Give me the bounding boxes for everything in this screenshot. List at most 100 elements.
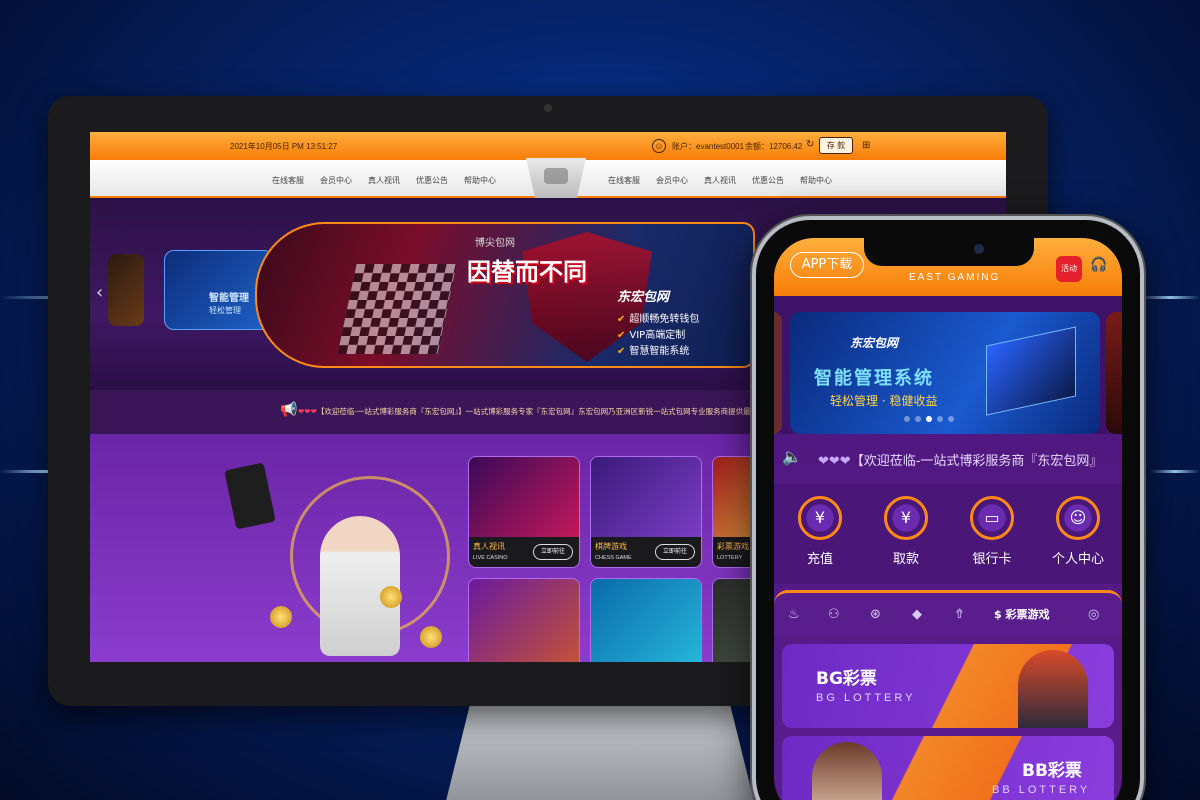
nav-item-help[interactable]: 帮助中心: [464, 175, 496, 186]
deposit-icon: ¥: [798, 496, 842, 540]
nav-item-member-right[interactable]: 会员中心: [656, 175, 688, 186]
ticker-message: 【欢迎莅临-一站式博彩服务商『东宏包网』】一站式博彩服务专家『东宏包网』东宏包网…: [316, 407, 789, 416]
hero-illustration: [224, 456, 470, 662]
megaphone-icon: 📢: [280, 402, 298, 418]
game-title: 真人视讯: [473, 542, 505, 551]
chip-icon[interactable]: ⊛: [870, 607, 881, 622]
rocket-icon[interactable]: ⇮: [954, 607, 965, 622]
refresh-icon[interactable]: ↻: [806, 139, 814, 150]
app-download-button[interactable]: APP下载: [790, 252, 864, 278]
tab-lottery-label: 彩票游戏: [1005, 608, 1050, 621]
background-light-streak: [1140, 296, 1200, 299]
phone-logo: EAST GAMING: [909, 272, 1001, 283]
game-card-chess[interactable]: 棋牌游戏 CHESS GAME 立即前往: [590, 456, 702, 568]
nav-item-promo-right[interactable]: 优惠公告: [752, 175, 784, 186]
go-now-button[interactable]: 立即前往: [655, 544, 695, 560]
phone-ticker: 🔈 ❤❤❤【欢迎莅临-一站式博彩服务商『东宏包网』: [774, 438, 1122, 478]
people-icon[interactable]: ⚇: [828, 607, 840, 622]
diamond-icon[interactable]: ◆: [912, 607, 922, 622]
game-label-bar: 真人视讯 LIVE CASINO 立即前往: [469, 537, 579, 567]
game-title: 彩票游戏: [717, 542, 749, 551]
carousel-dot[interactable]: [915, 416, 921, 422]
quick-action-deposit[interactable]: ¥ 充值: [780, 496, 860, 567]
carousel-dot[interactable]: [904, 416, 910, 422]
mobile-phone: APP下载 EAST GAMING 活动 🎧 东宏包网 智能管理系统 轻松管理 …: [752, 216, 1144, 800]
fire-icon[interactable]: ♨: [788, 607, 800, 622]
banner-feature: 智慧智能系统: [617, 342, 689, 357]
hearts-icon: ❤❤❤: [298, 407, 317, 416]
carousel-dots: [904, 416, 954, 422]
quick-action-profile[interactable]: ☺ 个人中心: [1038, 496, 1118, 567]
user-icon[interactable]: ☺: [652, 139, 666, 153]
game-subtitle: LOTTERY: [717, 555, 743, 561]
game-subtitle: LIVE CASINO: [473, 555, 508, 561]
phone-screen: APP下载 EAST GAMING 活动 🎧 东宏包网 智能管理系统 轻松管理 …: [774, 238, 1122, 800]
nav-item-promo[interactable]: 优惠公告: [416, 175, 448, 186]
game-card-fishing[interactable]: [590, 578, 702, 662]
carousel-dot[interactable]: [937, 416, 943, 422]
promo-button[interactable]: 活动: [1056, 256, 1082, 282]
lottery-card-bb[interactable]: BB彩票 BB LOTTERY: [782, 736, 1114, 800]
phone-banner-brand: 东宏包网: [850, 336, 899, 350]
lottery-name: BB彩票: [1022, 761, 1082, 781]
chevron-left-icon[interactable]: ‹: [96, 282, 103, 303]
lottery-sub: BG LOTTERY: [816, 692, 916, 704]
main-nav: 在线客服 会员中心 真人视讯 优惠公告 帮助中心 在线客服 会员中心 真人视讯 …: [90, 158, 1006, 198]
nav-item-live-right[interactable]: 真人视讯: [704, 175, 736, 186]
go-now-button[interactable]: 立即前往: [533, 544, 573, 560]
banner-brand-logo: 东宏包网: [617, 290, 670, 305]
lottery-sub: BB LOTTERY: [992, 784, 1091, 796]
carousel-prev-slide[interactable]: [108, 254, 144, 326]
phone-banner-sub: 轻松管理 · 稳健收益: [830, 394, 938, 408]
lottery-card-bg[interactable]: BG彩票 BG LOTTERY: [782, 644, 1114, 728]
carousel-dot[interactable]: [948, 416, 954, 422]
quick-action-label: 个人中心: [1051, 552, 1104, 567]
phone-banner-headline: 智能管理系统: [814, 368, 934, 389]
hearts-icon: ❤❤❤: [818, 454, 851, 469]
game-art: [469, 457, 579, 537]
speaker-icon: 🔈: [782, 447, 802, 466]
phone-ticker-text: ❤❤❤【欢迎莅临-一站式博彩服务商『东宏包网』: [818, 450, 1102, 469]
quick-action-label: 充值: [806, 552, 833, 567]
quick-action-bank-card[interactable]: ▭ 银行卡: [952, 496, 1032, 567]
side-slide-title: 智能管理: [209, 293, 249, 304]
game-category-tabs: ♨ ⚇ ⊛ ◆ ⇮ $ 彩票游戏 ◎: [774, 590, 1122, 636]
phone-ticker-message: 【欢迎莅临-一站式博彩服务商『东宏包网』: [850, 454, 1103, 469]
banner-small-brand: 博尖包网: [475, 238, 515, 249]
carousel-next-slide[interactable]: [1106, 312, 1122, 434]
headset-icon[interactable]: 🎧: [1090, 257, 1107, 273]
quick-action-withdraw[interactable]: ¥ 取款: [866, 496, 946, 567]
datetime: 2021年10月05日 PM 13:51:27: [230, 142, 338, 151]
nav-item-help-right[interactable]: 帮助中心: [800, 175, 832, 186]
coin-icon: [420, 626, 442, 648]
bank-card-icon: ▭: [970, 496, 1014, 540]
carousel-dot-active[interactable]: [926, 416, 932, 422]
nav-item-support[interactable]: 在线客服: [272, 175, 304, 186]
nav-item-support-right[interactable]: 在线客服: [608, 175, 640, 186]
banner-slogan: 因替而不同: [467, 257, 587, 286]
game-card-esports[interactable]: [468, 578, 580, 662]
deposit-button[interactable]: 存 款: [819, 137, 853, 154]
account-name: 账户：evantest0001: [672, 142, 745, 151]
game-card-live-casino[interactable]: 真人视讯 LIVE CASINO 立即前往: [468, 456, 580, 568]
server-art: [986, 326, 1076, 416]
character-art: [812, 742, 882, 800]
grid-icon[interactable]: ⊞: [862, 140, 870, 151]
game-title: 棋牌游戏: [595, 542, 627, 551]
ball-icon[interactable]: ◎: [1088, 607, 1099, 622]
withdraw-icon: ¥: [884, 496, 928, 540]
nav-item-member[interactable]: 会员中心: [320, 175, 352, 186]
carousel-prev-slide[interactable]: [774, 312, 782, 434]
nav-item-live[interactable]: 真人视讯: [368, 175, 400, 186]
webcam: [544, 104, 552, 112]
carousel-main-slide[interactable]: 博尖包网 因替而不同 东宏包网 超顺畅免转钱包 VIP高端定制 智慧智能系统: [255, 222, 755, 368]
ticker-text: ❤❤❤【欢迎莅临-一站式博彩服务商『东宏包网』】一站式博彩服务专家『东宏包网』东…: [298, 406, 788, 417]
top-bar: 2021年10月05日 PM 13:51:27 ☺ 账户：evantest000…: [90, 132, 1006, 160]
coin-icon: [270, 606, 292, 628]
tab-lottery-active[interactable]: $ 彩票游戏: [994, 606, 1049, 622]
phone-notch: [864, 238, 1034, 266]
game-subtitle: CHESS GAME: [595, 555, 632, 561]
quick-actions: ¥ 充值 ¥ 取款 ▭ 银行卡 ☺ 个人中心: [774, 484, 1122, 584]
monitor-stand: [445, 705, 755, 800]
site-logo[interactable]: [526, 158, 586, 198]
